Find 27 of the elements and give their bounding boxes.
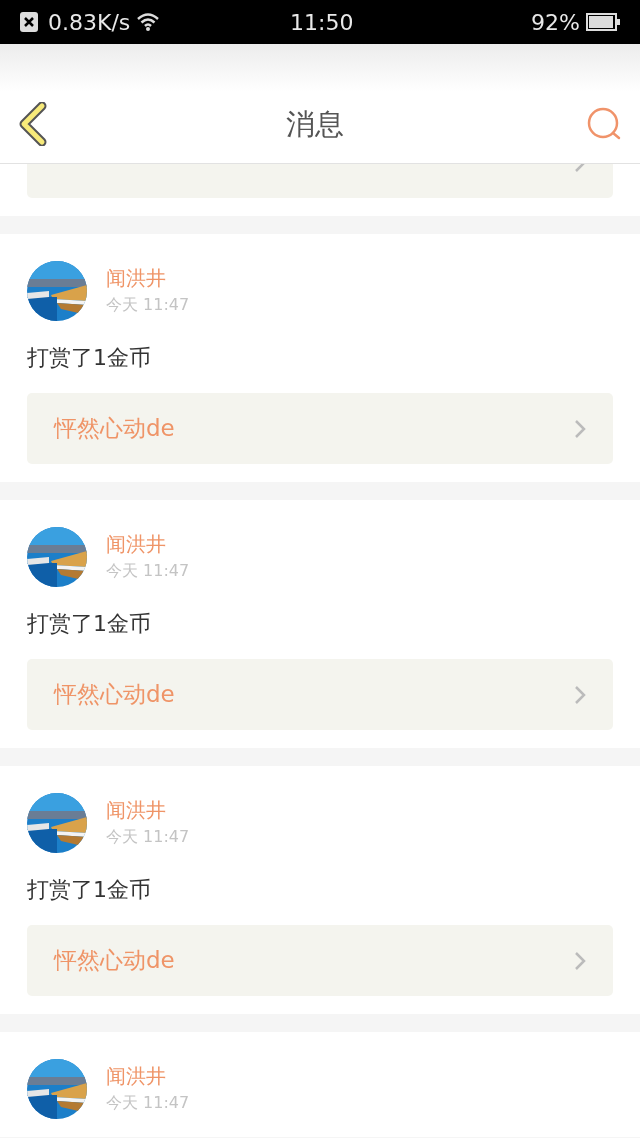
linked-post[interactable]: 怦然心动de — [27, 659, 613, 730]
chevron-right-icon — [574, 418, 586, 439]
battery-percent: 92% — [531, 8, 580, 37]
linked-post[interactable]: 怦然心动de — [27, 393, 613, 464]
chevron-right-icon — [574, 684, 586, 705]
page-title: 消息 — [285, 106, 345, 143]
sender-name[interactable]: 闻洪井 — [106, 797, 190, 823]
chevron-right-icon — [574, 950, 586, 971]
battery-icon — [586, 13, 620, 31]
sender-name[interactable]: 闻洪井 — [106, 531, 190, 557]
message-text: 打赏了1金币 — [26, 610, 152, 638]
sender-name[interactable]: 闻洪井 — [106, 1063, 190, 1089]
back-button[interactable] — [18, 102, 48, 146]
clock: 11:50 — [290, 8, 354, 37]
search-icon — [586, 106, 622, 142]
message-text: 打赏了1金币 — [26, 344, 152, 372]
message-time: 今天 11:47 — [106, 1092, 190, 1114]
message-time: 今天 11:47 — [106, 560, 190, 582]
message-time: 今天 11:47 — [106, 826, 190, 848]
sender-name[interactable]: 闻洪井 — [106, 265, 190, 291]
network-speed: 0.83K/s — [48, 8, 131, 37]
message-text: 打赏了1金币 — [26, 876, 152, 904]
notification-icon — [20, 12, 38, 32]
message-time: 今天 11:47 — [106, 294, 190, 316]
linked-post[interactable]: 怦然心动de — [27, 925, 613, 996]
back-icon — [18, 102, 48, 146]
wifi-icon — [136, 13, 161, 31]
